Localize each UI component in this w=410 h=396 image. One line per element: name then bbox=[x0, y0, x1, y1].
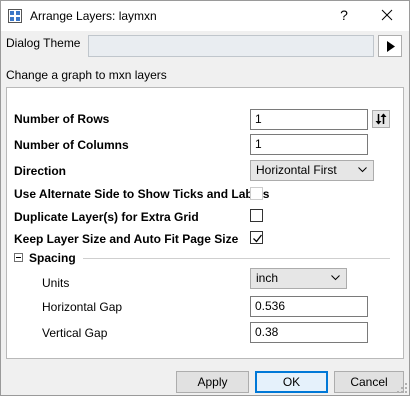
spacing-divider bbox=[83, 258, 390, 259]
rows-input[interactable]: 1 bbox=[250, 109, 368, 130]
dialog-theme-field[interactable] bbox=[88, 35, 374, 57]
swap-arrows-icon bbox=[375, 113, 387, 125]
dialog-theme-label: Dialog Theme bbox=[6, 36, 81, 50]
alternate-side-checkbox[interactable] bbox=[250, 187, 263, 200]
close-icon bbox=[381, 9, 393, 21]
chevron-down-icon bbox=[358, 167, 367, 173]
help-label: ? bbox=[340, 7, 348, 23]
cancel-button[interactable]: Cancel bbox=[334, 371, 404, 393]
rows-label: Number of Rows bbox=[14, 112, 110, 126]
direction-label: Direction bbox=[14, 164, 67, 178]
keep-size-checkbox[interactable] bbox=[250, 231, 263, 244]
duplicate-layers-checkbox[interactable] bbox=[250, 209, 263, 222]
window-title: Arrange Layers: laymxn bbox=[30, 9, 157, 23]
app-icon bbox=[8, 9, 22, 23]
vertical-gap-label: Vertical Gap bbox=[42, 326, 108, 340]
horizontal-gap-input[interactable]: 0.536 bbox=[250, 296, 368, 317]
horizontal-gap-label: Horizontal Gap bbox=[42, 300, 123, 314]
columns-input[interactable]: 1 bbox=[250, 134, 368, 155]
play-arrow-icon bbox=[387, 41, 395, 52]
alternate-side-label: Use Alternate Side to Show Ticks and Lab… bbox=[14, 187, 270, 201]
apply-button[interactable]: Apply bbox=[176, 371, 249, 393]
dialog-theme-menu-button[interactable] bbox=[378, 35, 402, 57]
direction-value: Horizontal First bbox=[256, 163, 337, 177]
units-label: Units bbox=[42, 276, 70, 290]
swap-rows-columns-button[interactable] bbox=[372, 110, 390, 128]
ok-button[interactable]: OK bbox=[255, 371, 328, 393]
duplicate-layers-label: Duplicate Layer(s) for Extra Grid bbox=[14, 210, 199, 224]
units-value: inch bbox=[256, 271, 279, 285]
columns-label: Number of Columns bbox=[14, 138, 129, 152]
settings-panel: Number of Rows 1 Number of Columns 1 Dir… bbox=[6, 87, 404, 359]
keep-size-label: Keep Layer Size and Auto Fit Page Size bbox=[14, 232, 239, 246]
dialog-window: Arrange Layers: laymxn ? Dialog Theme Ch… bbox=[0, 0, 410, 396]
dialog-description: Change a graph to mxn layers bbox=[6, 68, 167, 82]
direction-select[interactable]: Horizontal First bbox=[250, 160, 374, 181]
vertical-gap-input[interactable]: 0.38 bbox=[250, 322, 368, 343]
help-button[interactable]: ? bbox=[329, 3, 359, 27]
close-button[interactable] bbox=[367, 3, 407, 27]
chevron-down-icon bbox=[331, 275, 340, 281]
dialog-body: Dialog Theme Change a graph to mxn layer… bbox=[1, 31, 409, 395]
title-bar[interactable]: Arrange Layers: laymxn ? bbox=[1, 1, 409, 31]
checkmark-icon bbox=[253, 234, 263, 243]
resize-grip-icon[interactable] bbox=[397, 383, 407, 393]
units-select[interactable]: inch bbox=[250, 268, 347, 289]
spacing-collapse-toggle[interactable] bbox=[14, 253, 23, 262]
spacing-group-title: Spacing bbox=[29, 251, 76, 265]
